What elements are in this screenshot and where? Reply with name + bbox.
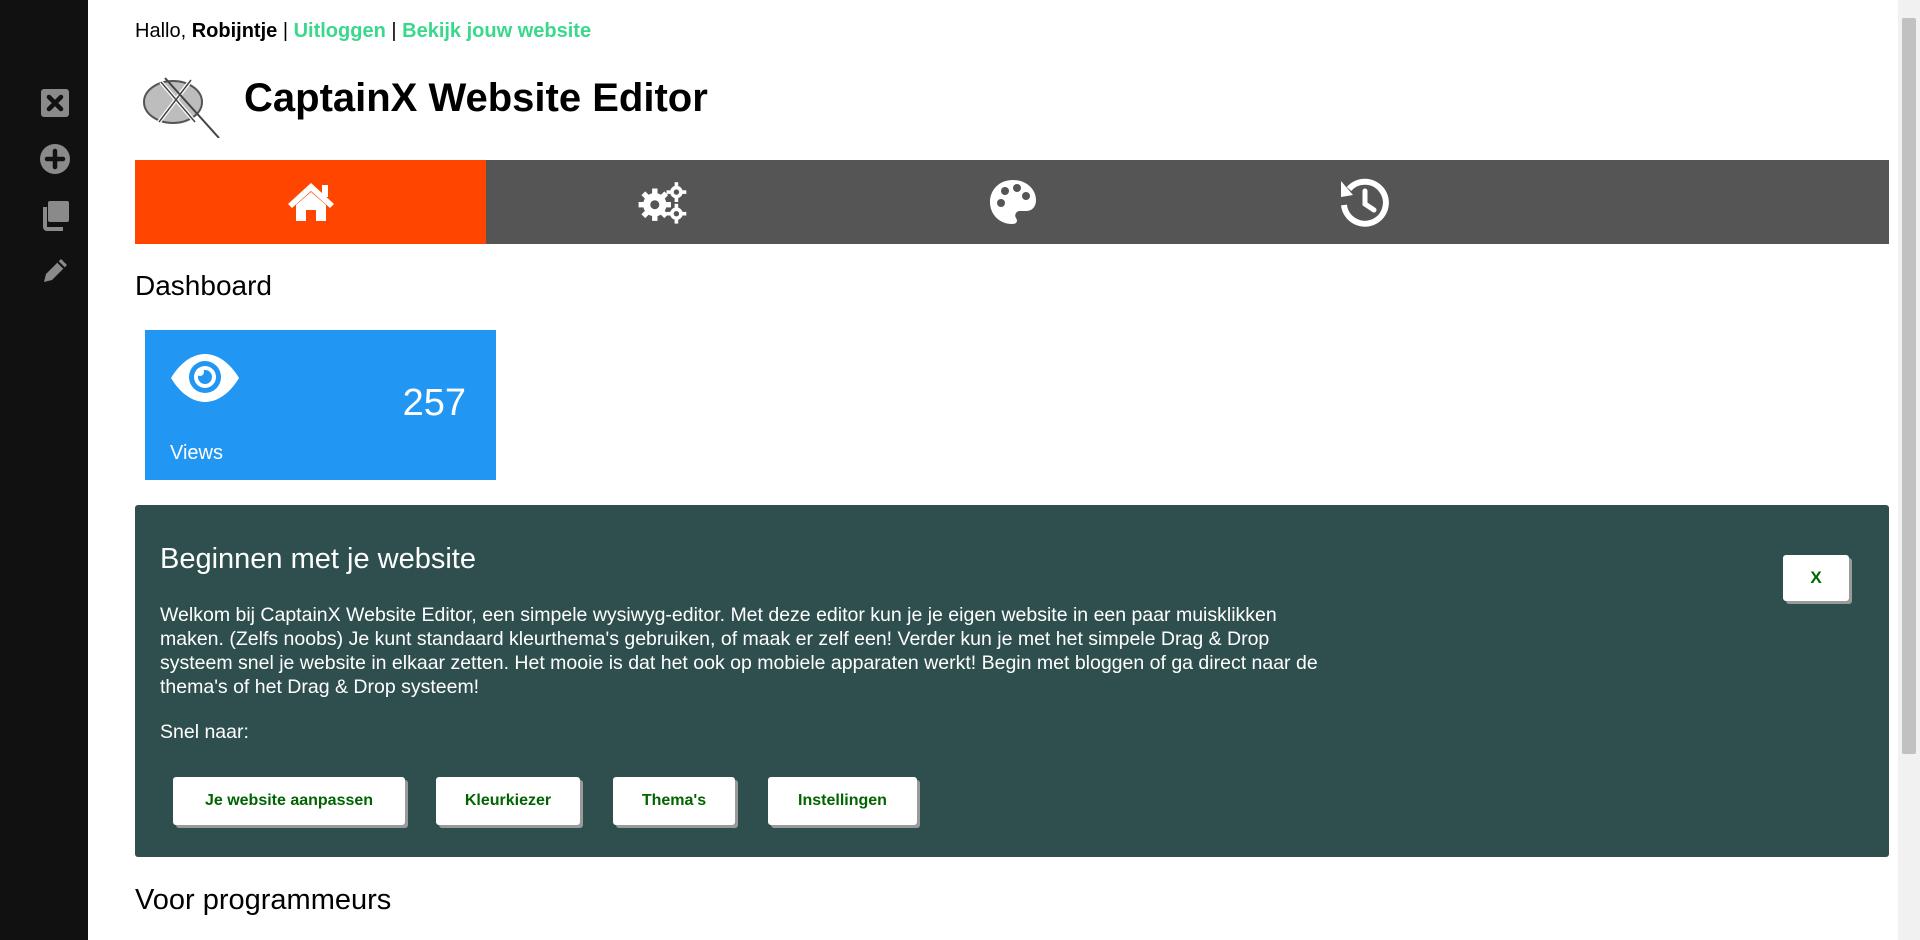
settings-button[interactable]: Instellingen bbox=[768, 777, 917, 825]
logout-link[interactable]: Uitloggen bbox=[294, 20, 386, 42]
pencil-icon[interactable] bbox=[36, 252, 74, 290]
page-scrollbar[interactable] bbox=[1898, 0, 1920, 940]
customize-website-button[interactable]: Je website aanpassen bbox=[173, 777, 405, 825]
dashboard-title: Dashboard bbox=[135, 270, 272, 301]
main-nav bbox=[135, 160, 1889, 244]
themes-button[interactable]: Thema's bbox=[613, 777, 735, 825]
views-count: 257 bbox=[402, 382, 466, 424]
plus-circle-icon[interactable] bbox=[36, 140, 74, 178]
view-website-link[interactable]: Bekijk jouw website bbox=[402, 20, 591, 42]
tab-theme[interactable] bbox=[837, 160, 1188, 244]
color-picker-button[interactable]: Kleurkiezer bbox=[436, 777, 580, 825]
close-box-icon[interactable] bbox=[36, 84, 74, 122]
panel-title: Beginnen met je website bbox=[160, 543, 476, 575]
home-icon bbox=[287, 183, 334, 221]
palette-icon bbox=[989, 180, 1036, 224]
copy-icon[interactable] bbox=[36, 196, 74, 234]
captainx-logo bbox=[143, 77, 220, 138]
tab-settings[interactable] bbox=[486, 160, 837, 244]
eye-icon bbox=[171, 354, 239, 402]
scrollbar-thumb[interactable] bbox=[1902, 18, 1916, 754]
panel-description: Welkom bij CaptainX Website Editor, een … bbox=[160, 604, 1318, 698]
separator: | bbox=[391, 20, 397, 42]
programmers-section-title: Voor programmeurs bbox=[135, 884, 392, 916]
views-card: 257 Views bbox=[145, 330, 496, 480]
gears-icon bbox=[638, 182, 686, 224]
history-icon bbox=[1340, 178, 1389, 227]
close-panel-button[interactable]: X bbox=[1783, 555, 1849, 601]
user-greeting: Hallo, Robijntje | Uitloggen | Bekijk jo… bbox=[135, 20, 591, 43]
greeting-prefix: Hallo, bbox=[135, 20, 187, 42]
app-title: CaptainX Website Editor bbox=[244, 76, 708, 120]
left-toolbar bbox=[0, 0, 88, 940]
tab-history[interactable] bbox=[1188, 160, 1539, 244]
username: Robijntje bbox=[191, 20, 278, 42]
separator: | bbox=[282, 20, 289, 42]
views-label: Views bbox=[170, 442, 223, 464]
tab-home[interactable] bbox=[135, 160, 486, 244]
quick-links-label: Snel naar: bbox=[160, 721, 249, 743]
getting-started-panel: Beginnen met je website X Welkom bij Cap… bbox=[135, 505, 1889, 857]
